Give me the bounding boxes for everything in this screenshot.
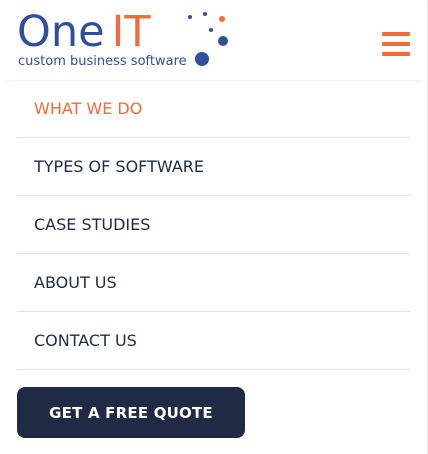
nav-item-types-of-software[interactable]: TYPES OF SOFTWARE bbox=[17, 138, 410, 196]
nav-item-about-us[interactable]: ABOUT US bbox=[17, 254, 410, 312]
mobile-menu-page: One IT custom business software WHAT WE D… bbox=[0, 0, 428, 454]
nav-item-case-studies[interactable]: CASE STUDIES bbox=[17, 196, 410, 254]
logo-word-one: One bbox=[17, 7, 105, 57]
nav-list-item: CASE STUDIES bbox=[17, 196, 410, 254]
nav-list: WHAT WE DO TYPES OF SOFTWARE CASE STUDIE… bbox=[17, 80, 410, 370]
logo-word-it: IT bbox=[111, 7, 151, 57]
logo-tagline: custom business software bbox=[18, 54, 187, 69]
hamburger-bar bbox=[382, 32, 410, 36]
nav-list-item: ABOUT US bbox=[17, 254, 410, 312]
hamburger-bar bbox=[382, 42, 410, 46]
nav-item-what-we-do[interactable]: WHAT WE DO bbox=[17, 80, 410, 138]
site-header: One IT custom business software bbox=[0, 0, 427, 80]
nav-list-item: TYPES OF SOFTWARE bbox=[17, 138, 410, 196]
oneit-logo[interactable]: One IT custom business software bbox=[17, 8, 232, 72]
nav-list-item: CONTACT US bbox=[17, 312, 410, 370]
get-a-free-quote-button[interactable]: GET A FREE QUOTE bbox=[17, 387, 245, 438]
logo-dots-icon bbox=[188, 12, 228, 66]
logo-wordmark: One IT bbox=[17, 8, 151, 56]
nav-item-contact-us[interactable]: CONTACT US bbox=[17, 312, 410, 370]
hamburger-menu-icon[interactable] bbox=[382, 32, 410, 56]
hamburger-bar bbox=[382, 52, 410, 56]
nav-list-item: WHAT WE DO bbox=[17, 80, 410, 138]
